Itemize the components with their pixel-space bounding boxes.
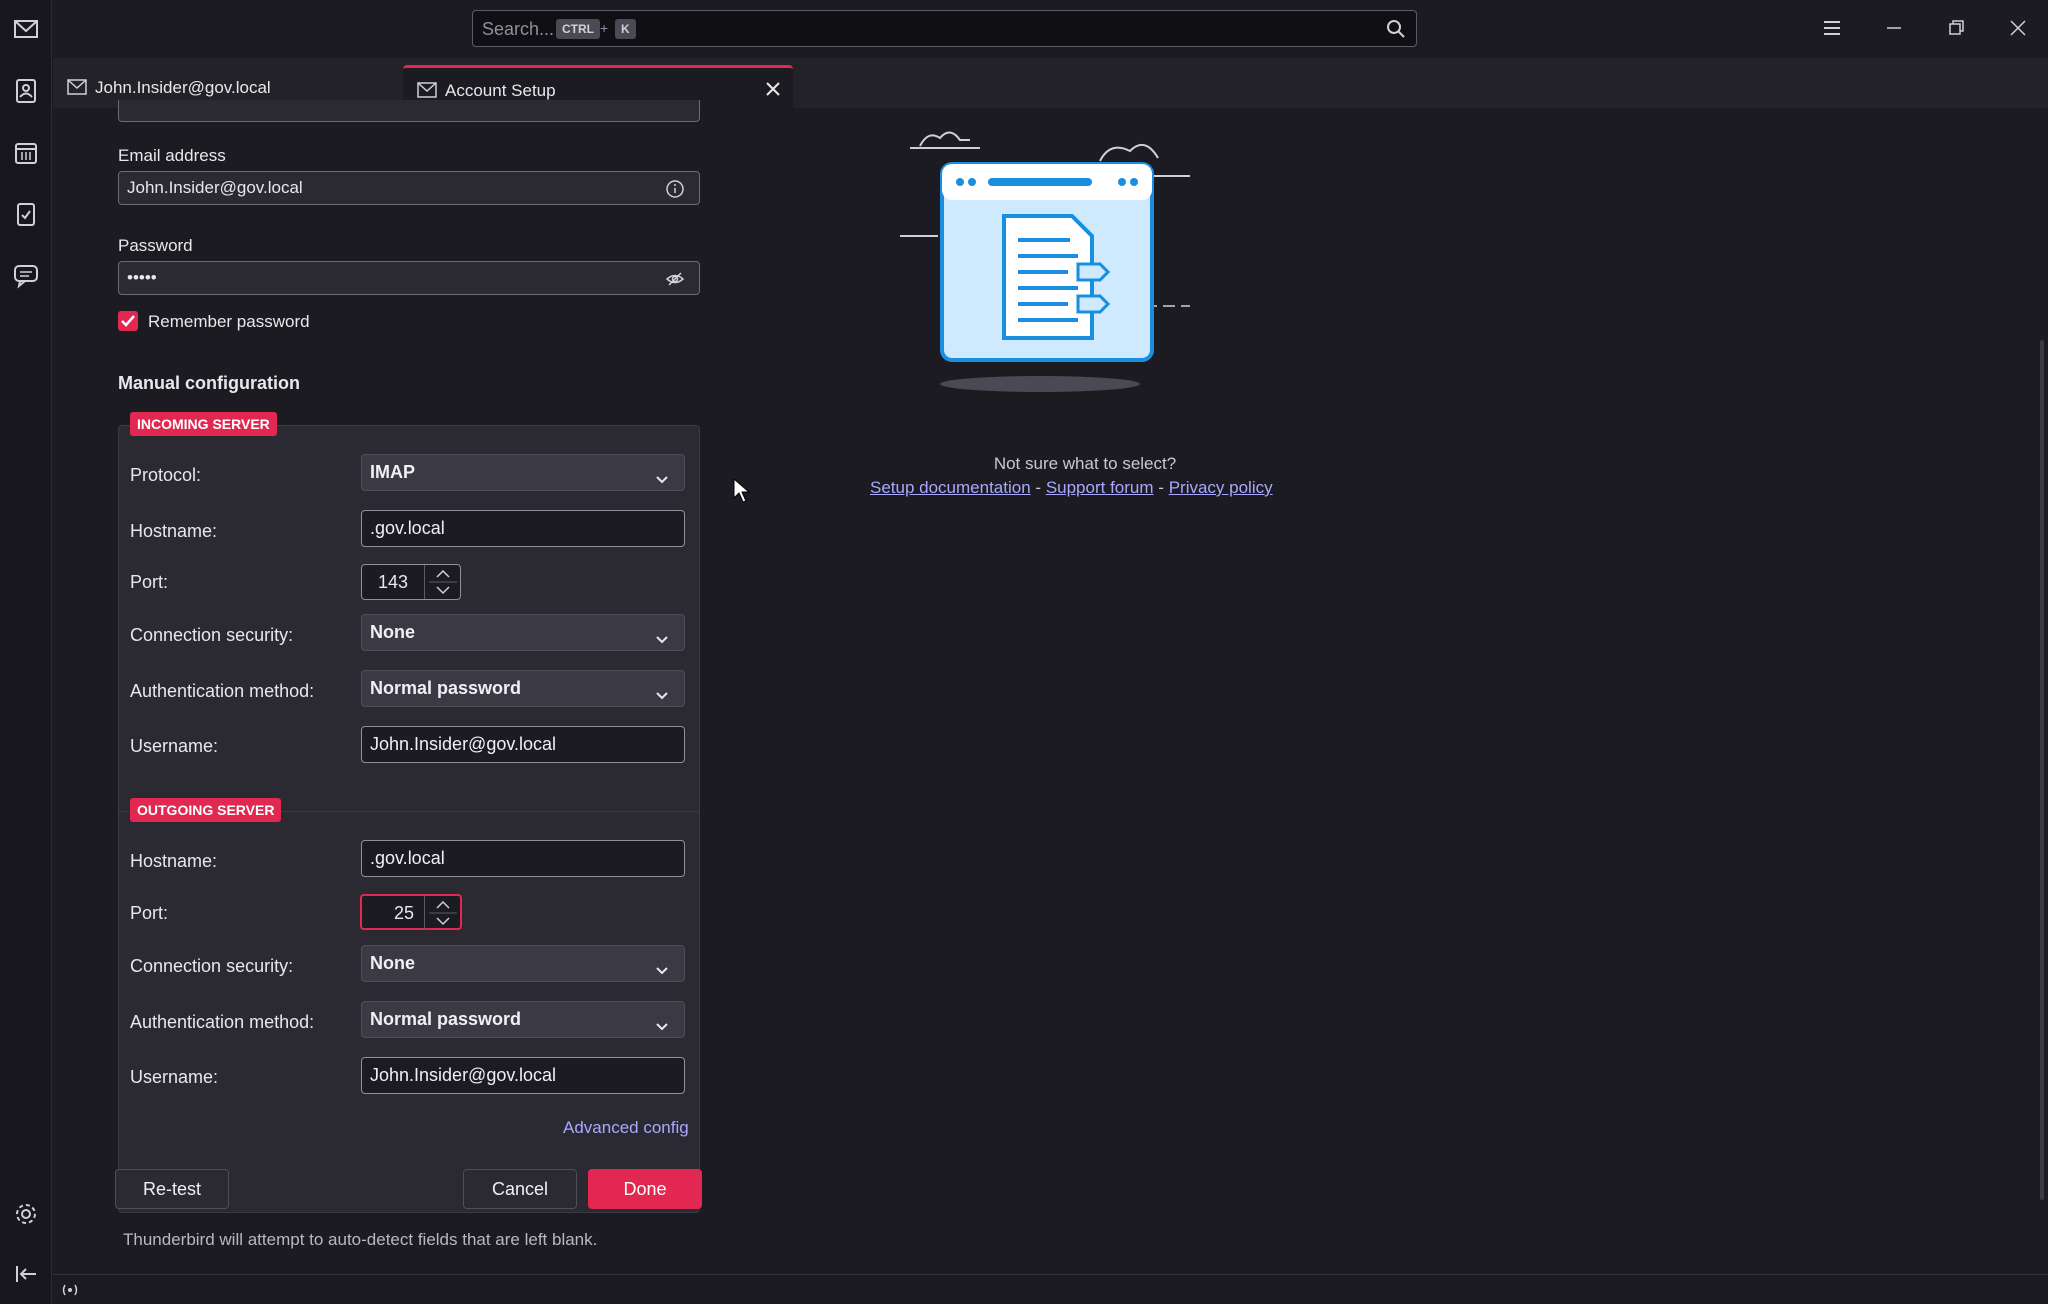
remember-password-label: Remember password: [148, 312, 310, 331]
restore-icon[interactable]: [1942, 14, 1970, 42]
address-book-icon[interactable]: [9, 74, 43, 108]
hide-password-icon[interactable]: [665, 268, 685, 300]
cancel-button[interactable]: Cancel: [463, 1169, 577, 1209]
incoming-server-legend: INCOMING SERVER: [130, 412, 277, 436]
mouse-cursor-icon: [733, 477, 751, 509]
incoming-security-select[interactable]: None: [361, 614, 685, 651]
incoming-auth-label: Authentication method:: [130, 681, 315, 701]
chevron-down-icon: [654, 465, 670, 500]
password-value: •••••: [127, 268, 157, 287]
support-forum-link[interactable]: Support forum: [1046, 478, 1154, 497]
outgoing-port-label: Port:: [130, 903, 169, 923]
manual-configuration-heading: Manual configuration: [118, 373, 300, 393]
chevron-down-icon: [654, 1012, 670, 1047]
email-label: Email address: [118, 146, 226, 165]
chat-icon[interactable]: [9, 258, 43, 292]
port-arrows-icon[interactable]: [424, 896, 460, 930]
status-bar: [53, 1274, 2048, 1304]
incoming-port-stepper[interactable]: 143: [361, 564, 461, 600]
incoming-port-value: 143: [377, 572, 409, 592]
tasks-icon[interactable]: [9, 197, 43, 231]
setup-documentation-link[interactable]: Setup documentation: [870, 478, 1031, 497]
incoming-hostname-input[interactable]: .gov.local: [361, 510, 685, 547]
name-field-partial[interactable]: [118, 100, 700, 122]
link-separator: -: [1035, 478, 1042, 497]
mail-icon[interactable]: [9, 12, 43, 46]
help-links: Setup documentation - Support forum - Pr…: [870, 478, 1273, 498]
outgoing-auth-label: Authentication method:: [130, 1012, 315, 1032]
incoming-protocol-select[interactable]: IMAP: [361, 454, 685, 491]
search-icon[interactable]: [1386, 19, 1406, 44]
email-value: John.Insider@gov.local: [127, 178, 303, 197]
port-arrows-icon[interactable]: [424, 565, 460, 599]
done-button[interactable]: Done: [588, 1169, 702, 1209]
outgoing-security-value: None: [370, 953, 415, 973]
minimize-icon[interactable]: [1880, 14, 1908, 42]
collapse-toolbar-icon[interactable]: [9, 1257, 43, 1291]
retest-button[interactable]: Re-test: [115, 1169, 229, 1209]
outgoing-port-value: 25: [393, 903, 414, 923]
outgoing-hostname-label: Hostname:: [130, 851, 218, 871]
chevron-down-icon: [654, 625, 670, 660]
remember-password-checkbox[interactable]: [118, 311, 138, 331]
chevron-down-icon: [654, 956, 670, 991]
incoming-port-label: Port:: [130, 572, 169, 592]
incoming-hostname-label: Hostname:: [130, 521, 218, 541]
password-field[interactable]: •••••: [118, 261, 700, 295]
outgoing-port-stepper[interactable]: 25: [360, 894, 462, 930]
calendar-icon[interactable]: [9, 136, 43, 170]
link-separator: -: [1158, 478, 1164, 497]
settings-gear-icon[interactable]: [9, 1197, 43, 1231]
outgoing-username-input[interactable]: John.Insider@gov.local: [361, 1057, 685, 1094]
incoming-protocol-value: IMAP: [370, 462, 415, 482]
incoming-security-label: Connection security:: [130, 625, 294, 645]
chevron-down-icon: [654, 681, 670, 716]
close-window-icon[interactable]: [2004, 14, 2032, 42]
info-icon[interactable]: [665, 178, 685, 210]
privacy-policy-link[interactable]: Privacy policy: [1169, 478, 1273, 497]
auto-detect-hint: Thunderbird will attempt to auto-detect …: [123, 1230, 598, 1249]
spaces-toolbar: [0, 0, 52, 1304]
online-status-icon[interactable]: [59, 1280, 81, 1304]
shortcut-ctrl-key: CTRL: [556, 19, 600, 39]
setup-illustration: [900, 116, 1300, 396]
shortcut-plus: +: [600, 20, 609, 36]
mail-tab-icon: [67, 78, 87, 101]
tab-label: John.Insider@gov.local: [95, 78, 271, 97]
password-label: Password: [118, 236, 193, 255]
scrollbar[interactable]: [2040, 340, 2044, 1200]
incoming-protocol-label: Protocol:: [130, 465, 202, 485]
outgoing-security-label: Connection security:: [130, 956, 294, 976]
outgoing-auth-value: Normal password: [370, 1009, 522, 1029]
account-setup-page: Email address John.Insider@gov.local Pas…: [53, 100, 2048, 1274]
app-menu-icon[interactable]: [1818, 14, 1846, 42]
outgoing-security-select[interactable]: None: [361, 945, 685, 982]
outgoing-hostname-input[interactable]: .gov.local: [361, 840, 685, 877]
search-placeholder: Search...: [482, 19, 555, 39]
incoming-username-label: Username:: [130, 736, 219, 756]
tab-label: Account Setup: [445, 81, 556, 100]
close-tab-icon[interactable]: [763, 79, 783, 99]
incoming-auth-select[interactable]: Normal password: [361, 670, 685, 707]
email-field[interactable]: John.Insider@gov.local: [118, 171, 700, 205]
incoming-security-value: None: [370, 622, 415, 642]
shortcut-k-key: K: [615, 19, 636, 39]
title-bar: Search... CTRL + K: [53, 0, 2048, 58]
advanced-config-link[interactable]: Advanced config: [563, 1118, 689, 1138]
incoming-username-input[interactable]: John.Insider@gov.local: [361, 726, 685, 763]
global-search-input[interactable]: Search... CTRL + K: [472, 10, 1417, 47]
help-question: Not sure what to select?: [993, 454, 1177, 473]
outgoing-auth-select[interactable]: Normal password: [361, 1001, 685, 1038]
outgoing-server-legend: OUTGOING SERVER: [130, 798, 282, 822]
outgoing-username-label: Username:: [130, 1067, 219, 1087]
incoming-auth-value: Normal password: [370, 678, 522, 698]
